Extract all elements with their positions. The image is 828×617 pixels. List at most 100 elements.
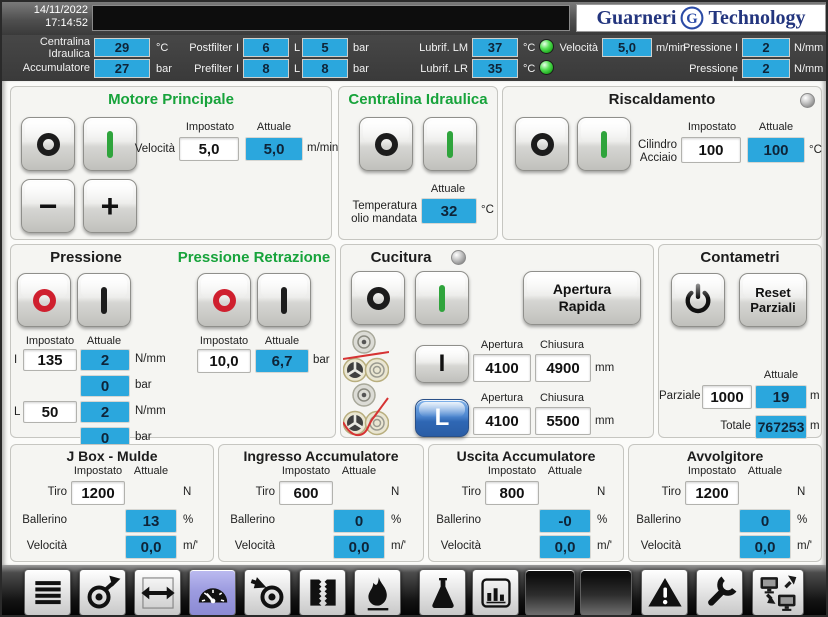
row-lbar-unit: bar — [135, 431, 152, 443]
tiro-label: Tiro — [429, 486, 481, 499]
flask-icon — [424, 574, 462, 612]
parziale-set-field[interactable]: 1000 — [702, 385, 752, 409]
tiro-unit: N — [391, 486, 399, 498]
attuale-header: Attuale — [77, 335, 131, 347]
cucitura-start-button[interactable] — [415, 271, 469, 325]
pressione-start-button[interactable] — [77, 273, 131, 327]
start-bar-icon — [601, 131, 607, 158]
tiro-label: Tiro — [11, 486, 67, 499]
panel-avvolgitore: Avvolgitore Impostato Attuale Tiro 1200 … — [628, 444, 822, 562]
tiro-set-field[interactable]: 1200 — [685, 481, 739, 505]
pressione-l-set-field[interactable]: 50 — [23, 401, 77, 423]
status-bar: CentralinaIdraulica 29 °C Accumulatore 2… — [2, 35, 826, 81]
tiro-set-field[interactable]: 1200 — [71, 481, 125, 505]
pressione-stop-button[interactable] — [17, 273, 71, 327]
toolbar-seam-button[interactable] — [299, 569, 346, 616]
ballerino-label: Ballerino — [219, 514, 275, 527]
retrazione-start-button[interactable] — [257, 273, 311, 327]
cucitura-mode-l-button[interactable]: L — [415, 399, 469, 437]
postfilter-label: Postfilter — [162, 42, 232, 54]
velocita-actual-display: 0,0 — [739, 535, 791, 559]
motore-speed-plus-button[interactable]: + — [83, 179, 137, 233]
cucitura-i-chiusura-field[interactable]: 4900 — [535, 354, 591, 382]
toolbar-heating-button[interactable] — [354, 569, 401, 616]
retrazione-set-field[interactable]: 10,0 — [197, 349, 251, 373]
cucitura-mode-i-button[interactable]: I — [415, 345, 469, 383]
stop-circle-icon — [213, 289, 236, 312]
dashboard-gauge-icon — [194, 574, 232, 612]
cucitura-i-apertura-field[interactable]: 4100 — [473, 354, 531, 382]
toolbar-lab-button[interactable] — [419, 569, 466, 616]
brand-g-icon: G — [679, 5, 705, 31]
brand-logo: Guarneri G Technology — [576, 4, 826, 32]
cucitura-stop-button[interactable] — [351, 271, 405, 325]
toolbar-service-button[interactable] — [696, 569, 743, 616]
velocita-actual-display: 0,0 — [125, 535, 177, 559]
toolbar-reports-button[interactable] — [472, 569, 519, 616]
pressione-l-status-unit: N/mm — [794, 63, 823, 75]
motore-stop-button[interactable] — [21, 117, 75, 171]
toolbar-web-width-button[interactable] — [134, 569, 181, 616]
centralina-stop-button[interactable] — [359, 117, 413, 171]
centralina-start-button[interactable] — [423, 117, 477, 171]
cucitura-l-chiusura-field[interactable]: 5500 — [535, 407, 591, 435]
impostato-header: Impostato — [179, 121, 241, 133]
panel-title: Motore Principale — [11, 91, 331, 108]
attuale-header: Attuale — [537, 465, 593, 477]
toolbar-unwinder-button[interactable] — [79, 569, 126, 616]
toolbar-blank-button-2 — [580, 569, 632, 616]
ballerino-label: Ballerino — [11, 514, 67, 527]
toolbar-screen-switch-button[interactable] — [752, 569, 804, 616]
prefilter-l-label: L — [294, 63, 300, 75]
reset-parziali-button[interactable]: Reset Parziali — [739, 273, 807, 327]
attuale-header: Attuale — [255, 335, 309, 347]
row-l-prefix: L — [14, 406, 20, 419]
riscaldamento-stop-button[interactable] — [515, 117, 569, 171]
toolbar-rewinder-button[interactable] — [244, 569, 291, 616]
hmi-screen: 14/11/2022 17:14:52 Guarneri G Technolog… — [0, 0, 828, 617]
postfilter-i-display: 6 — [243, 38, 289, 57]
pressione-l-status-display: 2 — [742, 59, 790, 78]
parziale-actual-display: 19 — [755, 385, 807, 409]
accumulatore-display: 27 — [94, 59, 150, 78]
panel-title: Riscaldamento — [503, 91, 821, 108]
pressione-i-set-field[interactable]: 135 — [23, 349, 77, 371]
prefilter-label: Prefilter — [162, 63, 232, 75]
stop-circle-icon — [367, 287, 390, 310]
ballerino-actual-display: 13 — [125, 509, 177, 533]
contametri-power-button[interactable] — [671, 273, 725, 327]
start-bar-icon — [447, 131, 453, 158]
toolbar-menu-button[interactable] — [24, 569, 71, 616]
motore-speed-minus-button[interactable]: − — [21, 179, 75, 233]
prefilter-i-label: I — [236, 63, 239, 75]
tiro-set-field[interactable]: 600 — [279, 481, 333, 505]
retrazione-actual-display: 6,7 — [255, 349, 309, 373]
toolbar-dashboard-button[interactable] — [189, 569, 236, 616]
lubrif-lm-label: Lubrif. LM — [408, 42, 468, 54]
velocita-status-label: Velocità — [550, 42, 598, 54]
motore-velocita-set-field[interactable]: 5,0 — [179, 137, 239, 161]
cilindro-set-field[interactable]: 100 — [681, 137, 741, 163]
impostato-header: Impostato — [23, 335, 77, 347]
toolbar-alarms-button[interactable] — [641, 569, 688, 616]
prefilter-unit: bar — [353, 63, 369, 75]
rollers-wrap-icon — [343, 382, 389, 440]
retrazione-stop-button[interactable] — [197, 273, 251, 327]
totale-actual-display: 767253 — [755, 415, 807, 439]
pressione-i-status-label: Pressione I — [682, 42, 738, 54]
attuale-header: Attuale — [753, 369, 809, 381]
cucitura-l-apertura-field[interactable]: 4100 — [473, 407, 531, 435]
panel-ingresso-accumulatore: Ingresso Accumulatore Impostato Attuale … — [218, 444, 424, 562]
apertura-rapida-button[interactable]: Apertura Rapida — [523, 271, 641, 325]
ballerino-actual-display: 0 — [739, 509, 791, 533]
tiro-label: Tiro — [629, 486, 681, 499]
cilindro-actual-display: 100 — [747, 137, 805, 163]
lubrif-lr-led — [539, 60, 554, 75]
row-i-prefix: I — [14, 354, 17, 367]
row-l-unit: N/mm — [135, 405, 166, 417]
stop-circle-icon — [37, 133, 60, 156]
panel-contametri: Contametri Reset Parziali Attuale Parzia… — [658, 244, 822, 438]
tiro-set-field[interactable]: 800 — [485, 481, 539, 505]
panel-title: Ingresso Accumulatore — [219, 448, 423, 464]
velocita-label: Velocità — [11, 540, 67, 553]
